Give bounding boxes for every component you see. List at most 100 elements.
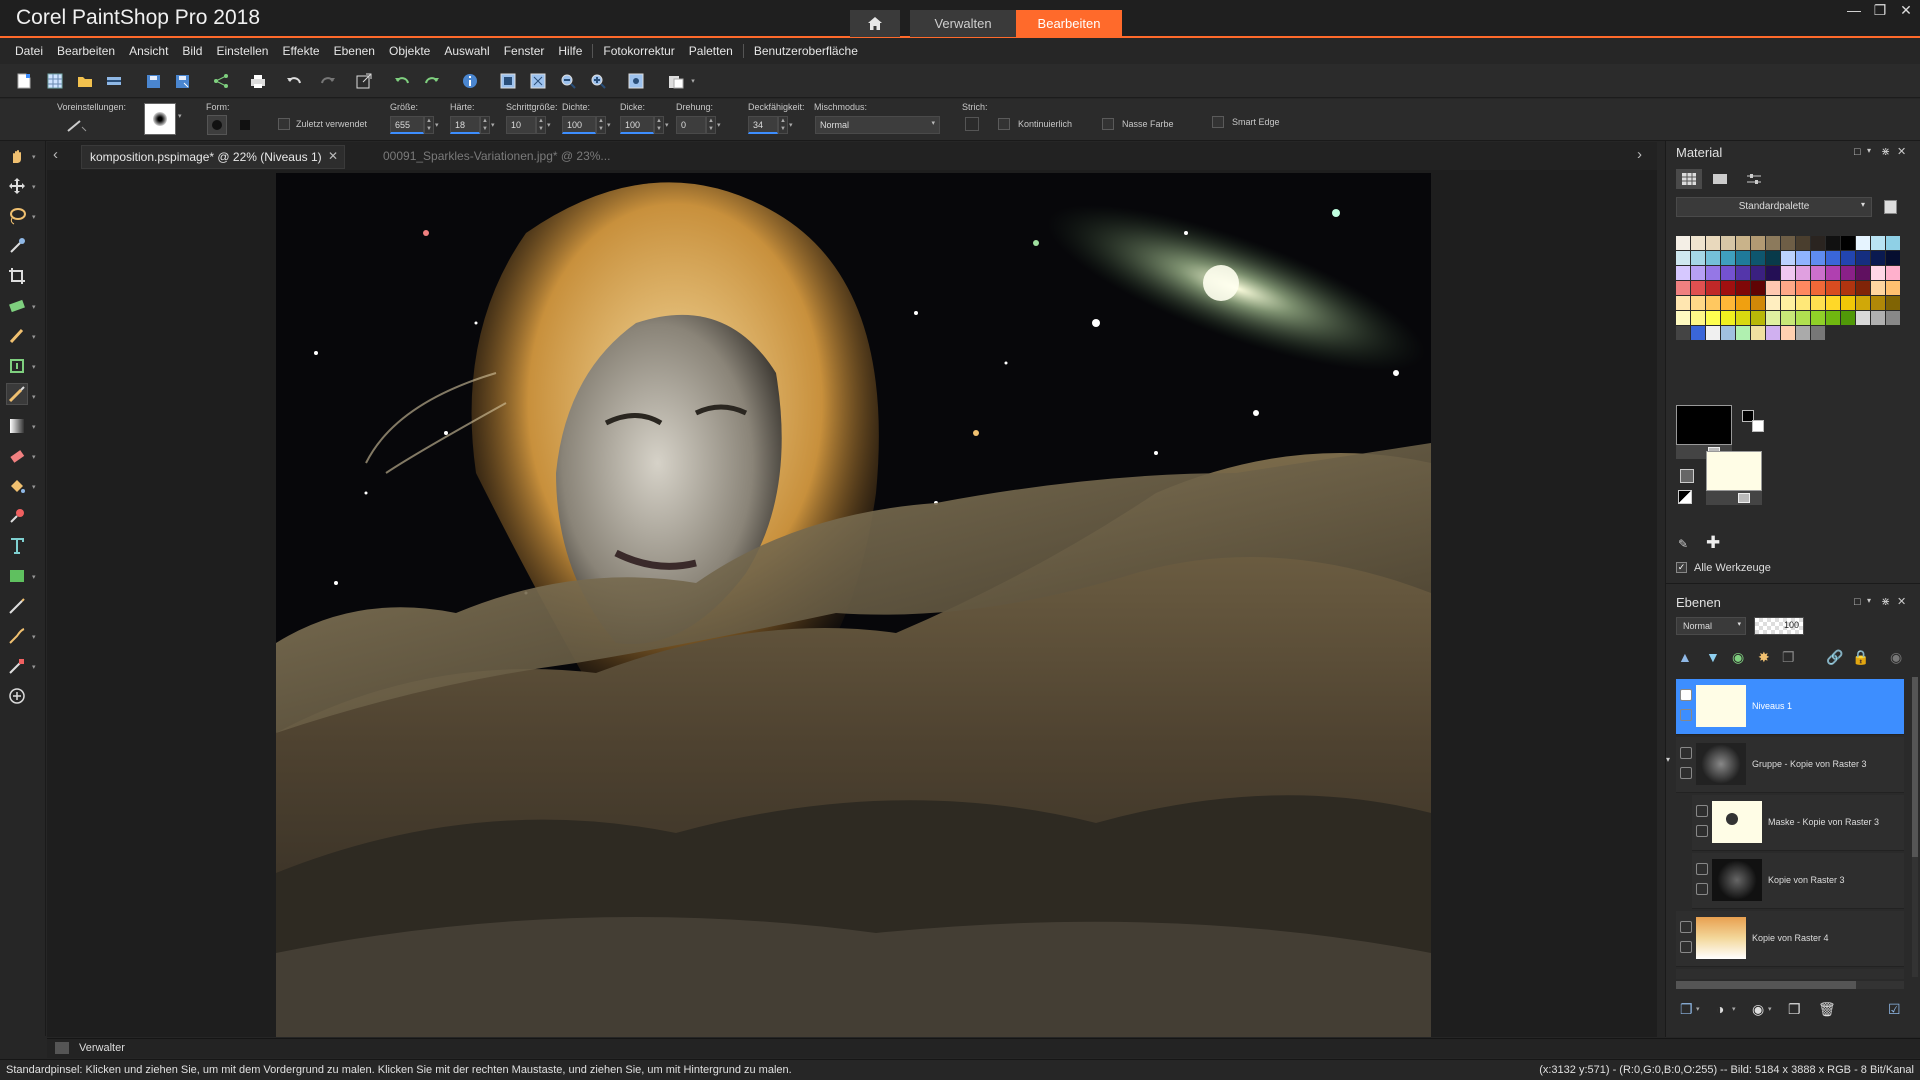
color-swatch[interactable] — [1811, 326, 1825, 340]
color-swatch[interactable] — [1751, 266, 1765, 280]
delete-layer-icon[interactable]: 🗑 — [1818, 1001, 1836, 1018]
menu-fenster[interactable]: Fenster — [497, 44, 552, 58]
menu-paletten[interactable]: Paletten — [682, 44, 740, 58]
hardness-spinner[interactable]: ▲ ▼ — [480, 116, 490, 134]
color-swatch[interactable] — [1691, 251, 1705, 265]
color-swatch[interactable] — [1691, 281, 1705, 295]
background-texture-toggle[interactable] — [1738, 493, 1750, 503]
redeye-tool-icon[interactable] — [6, 325, 28, 347]
chevron-down-icon[interactable]: ▾ — [32, 213, 36, 221]
menu-ebenen[interactable]: Ebenen — [327, 44, 382, 58]
smart-edge-checkbox[interactable] — [1212, 116, 1224, 128]
color-swatch[interactable] — [1766, 326, 1780, 340]
dropper-icon[interactable]: ✎ — [1678, 537, 1688, 551]
color-swatch[interactable] — [1706, 281, 1720, 295]
color-swatch[interactable] — [1736, 281, 1750, 295]
color-swatch[interactable] — [1781, 251, 1795, 265]
redo-history-icon[interactable] — [422, 71, 442, 91]
color-swatch[interactable] — [1811, 311, 1825, 325]
color-swatch[interactable] — [1886, 236, 1900, 250]
size-dropdown-icon[interactable]: ▾ — [435, 121, 439, 129]
color-swatch[interactable] — [1886, 296, 1900, 310]
color-swatch[interactable] — [1691, 266, 1705, 280]
thickness-spinner[interactable]: ▲ ▼ — [654, 116, 664, 134]
density-field[interactable]: 100 — [562, 116, 596, 134]
foreground-color-swatch[interactable] — [1676, 405, 1732, 445]
color-swatch[interactable] — [1871, 281, 1885, 295]
color-swatch[interactable] — [1886, 281, 1900, 295]
layer-properties-icon[interactable]: ☑ — [1888, 1001, 1901, 1018]
chevron-left-icon[interactable]: ‹ — [53, 146, 58, 163]
dropper-tool-icon[interactable] — [6, 235, 28, 257]
add-swatch-icon[interactable]: ✚ — [1706, 533, 1720, 553]
minimize-icon[interactable]: — — [1842, 2, 1866, 18]
step-field[interactable]: 10 — [506, 116, 536, 134]
color-swatch[interactable] — [1736, 296, 1750, 310]
new-vector-layer-icon[interactable]: ▼ — [1706, 649, 1720, 665]
size-spinner[interactable]: ▲ ▼ — [424, 116, 434, 134]
recent-checkbox[interactable] — [278, 118, 290, 130]
color-swatch[interactable] — [1766, 311, 1780, 325]
color-swatch[interactable] — [1736, 266, 1750, 280]
opacity-dropdown-icon[interactable]: ▾ — [789, 121, 793, 129]
thickness-dropdown-icon[interactable]: ▾ — [665, 121, 669, 129]
color-swatch[interactable] — [1826, 251, 1840, 265]
hardness-dropdown-icon[interactable]: ▾ — [491, 121, 495, 129]
brush-preset-icon[interactable] — [66, 117, 88, 133]
color-swatch[interactable] — [1751, 296, 1765, 310]
color-swatches[interactable] — [1676, 236, 1902, 354]
panel-float-icon[interactable]: □ — [1854, 596, 1861, 608]
color-swatch[interactable] — [1871, 251, 1885, 265]
paste-icon[interactable] — [666, 71, 686, 91]
tab-document-active[interactable]: komposition.pspimage* @ 22% (Niveaus 1) … — [81, 145, 345, 169]
wet-paint-checkbox[interactable] — [1102, 118, 1114, 130]
color-swatch[interactable] — [1856, 251, 1870, 265]
color-swatch[interactable] — [1751, 251, 1765, 265]
straighten-tool-icon[interactable] — [6, 295, 28, 317]
move-tool-icon[interactable] — [6, 175, 28, 197]
color-swatch[interactable] — [1781, 311, 1795, 325]
new-file-icon[interactable] — [14, 71, 34, 91]
layer-row-copy-raster-4[interactable]: Kopie von Raster 4 — [1676, 911, 1904, 967]
color-swatch[interactable] — [1811, 236, 1825, 250]
rotation-field[interactable]: 0 — [676, 116, 706, 134]
color-swatch[interactable] — [1796, 296, 1810, 310]
color-swatch[interactable] — [1781, 281, 1795, 295]
tab-manage[interactable]: Verwalten — [910, 10, 1016, 37]
new-layer-icon[interactable]: ❐ — [1680, 1001, 1693, 1018]
pan-tool-icon[interactable] — [6, 145, 28, 167]
pen-tool-icon[interactable] — [6, 595, 28, 617]
undo-history-icon[interactable] — [392, 71, 412, 91]
gradient-view-button[interactable] — [1710, 171, 1730, 187]
layer-row-group[interactable]: Gruppe - Kopie von Raster 3 — [1676, 737, 1904, 793]
tab-document-inactive[interactable]: 00091_Sparkles-Variationen.jpg* @ 23%... — [383, 149, 610, 163]
color-swatch[interactable] — [1751, 281, 1765, 295]
info-icon[interactable] — [460, 71, 480, 91]
chevron-down-icon[interactable]: ▾ — [1696, 1005, 1700, 1013]
color-swatch[interactable] — [1766, 281, 1780, 295]
menu-bild[interactable]: Bild — [175, 44, 209, 58]
color-swatch[interactable] — [1691, 311, 1705, 325]
save-icon[interactable] — [143, 71, 163, 91]
menu-datei[interactable]: Datei — [8, 44, 50, 58]
color-swatch[interactable] — [1751, 236, 1765, 250]
color-swatch[interactable] — [1811, 251, 1825, 265]
crop-tool-icon[interactable] — [6, 265, 28, 287]
color-swatch[interactable] — [1796, 281, 1810, 295]
color-swatch[interactable] — [1811, 281, 1825, 295]
square-shape-button[interactable] — [235, 115, 255, 135]
palette-select[interactable]: Standardpalette ▾ — [1676, 197, 1872, 217]
color-swatch[interactable] — [1676, 251, 1690, 265]
color-swatch[interactable] — [1691, 236, 1705, 250]
save-as-icon[interactable] — [172, 71, 192, 91]
chevron-down-icon[interactable]: ▾ — [32, 453, 36, 461]
close-tab-icon[interactable]: ✕ — [328, 149, 338, 163]
color-swatch[interactable] — [1676, 281, 1690, 295]
home-tab[interactable] — [850, 10, 900, 37]
color-swatch[interactable] — [1811, 266, 1825, 280]
brush-tip-dropdown-icon[interactable]: ▾ — [178, 112, 182, 120]
color-swatch[interactable] — [1676, 236, 1690, 250]
close-window-icon[interactable]: ✕ — [1894, 2, 1918, 19]
color-swatch[interactable] — [1856, 236, 1870, 250]
layer-opacity-field[interactable]: 100 — [1754, 617, 1804, 635]
